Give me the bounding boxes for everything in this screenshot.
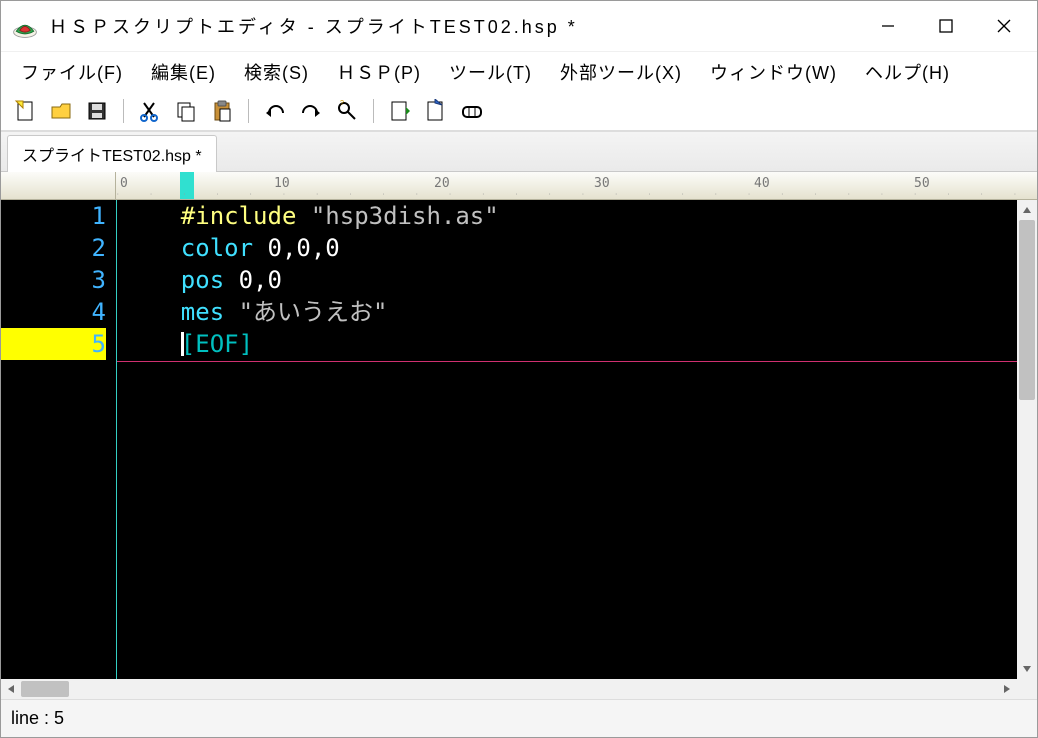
scroll-up-icon[interactable]	[1017, 200, 1037, 220]
menu-search[interactable]: 検索(S)	[230, 53, 323, 91]
undo-icon[interactable]	[259, 96, 291, 126]
status-text: line : 5	[11, 708, 64, 729]
ruler: 0 10 20 30 40 50 · · · · · · · · · · · ·…	[1, 172, 1037, 200]
line-number-gutter: 12345	[1, 200, 116, 679]
menu-window[interactable]: ウィンドウ(W)	[696, 53, 851, 91]
app-icon	[11, 12, 39, 40]
menu-file[interactable]: ファイル(F)	[7, 53, 137, 91]
close-button[interactable]	[975, 5, 1033, 47]
scroll-down-icon[interactable]	[1017, 659, 1037, 679]
cut-icon[interactable]	[134, 96, 166, 126]
copy-icon[interactable]	[170, 96, 202, 126]
line-number: 5	[1, 328, 106, 360]
code-editor[interactable]: 12345 #include "hsp3dish.as" color 0,0,0…	[1, 200, 1017, 679]
line-number: 4	[1, 296, 106, 328]
ruler-mark: 40	[754, 176, 770, 191]
redo-icon[interactable]	[295, 96, 327, 126]
vertical-scrollbar[interactable]	[1017, 200, 1037, 679]
scroll-thumb[interactable]	[1019, 220, 1035, 400]
maximize-button[interactable]	[917, 5, 975, 47]
titlebar: ＨＳＰスクリプトエディタ - スプライトTEST02.hsp *	[1, 1, 1037, 51]
code-line[interactable]: #include "hsp3dish.as"	[123, 200, 1017, 232]
ruler-mark: 10	[274, 176, 290, 191]
text-cursor	[181, 332, 184, 356]
toolbar-separator	[373, 99, 374, 123]
scroll-left-icon[interactable]	[1, 679, 21, 699]
open-file-icon[interactable]	[45, 96, 77, 126]
svg-text:?: ?	[340, 100, 344, 107]
menu-hsp[interactable]: ＨＳＰ(P)	[323, 53, 435, 91]
ruler-mark: 30	[594, 176, 610, 191]
menubar: ファイル(F) 編集(E) 検索(S) ＨＳＰ(P) ツール(T) 外部ツール(…	[1, 51, 1037, 91]
ruler-mark: 50	[914, 176, 930, 191]
toolbar-separator	[248, 99, 249, 123]
scroll-right-icon[interactable]	[997, 679, 1017, 699]
eof-line-marker	[117, 361, 1017, 362]
code-line[interactable]: pos 0,0	[123, 264, 1017, 296]
toolbar-separator	[123, 99, 124, 123]
ruler-mark: 20	[434, 176, 450, 191]
tab-file[interactable]: スプライトTEST02.hsp *	[7, 135, 217, 172]
minimize-button[interactable]	[859, 5, 917, 47]
toolbar: ?	[1, 91, 1037, 131]
horizontal-scrollbar[interactable]	[1, 679, 1037, 699]
menu-edit[interactable]: 編集(E)	[137, 53, 230, 91]
line-number: 2	[1, 232, 106, 264]
statusbar: line : 5	[1, 699, 1037, 737]
menu-external[interactable]: 外部ツール(X)	[546, 53, 696, 91]
save-file-icon[interactable]	[81, 96, 113, 126]
code-lines[interactable]: #include "hsp3dish.as" color 0,0,0 pos 0…	[116, 200, 1017, 679]
ruler-mark: 0	[120, 176, 128, 191]
run-icon[interactable]	[420, 96, 452, 126]
exe-icon[interactable]	[456, 96, 488, 126]
line-number: 1	[1, 200, 106, 232]
code-line[interactable]: [EOF]	[123, 328, 1017, 360]
code-line[interactable]: color 0,0,0	[123, 232, 1017, 264]
editor-frame: 0 10 20 30 40 50 · · · · · · · · · · · ·…	[1, 171, 1037, 699]
line-number: 3	[1, 264, 106, 296]
find-icon[interactable]: ?	[331, 96, 363, 126]
scroll-thumb[interactable]	[21, 681, 69, 697]
new-file-icon[interactable]	[9, 96, 41, 126]
window-title: ＨＳＰスクリプトエディタ - スプライトTEST02.hsp *	[49, 13, 859, 39]
tabstrip: スプライトTEST02.hsp *	[1, 131, 1037, 171]
code-line[interactable]: mes "あいうえお"	[123, 296, 1017, 328]
compile-icon[interactable]	[384, 96, 416, 126]
paste-icon[interactable]	[206, 96, 238, 126]
menu-tool[interactable]: ツール(T)	[435, 53, 546, 91]
menu-help[interactable]: ヘルプ(H)	[851, 53, 964, 91]
